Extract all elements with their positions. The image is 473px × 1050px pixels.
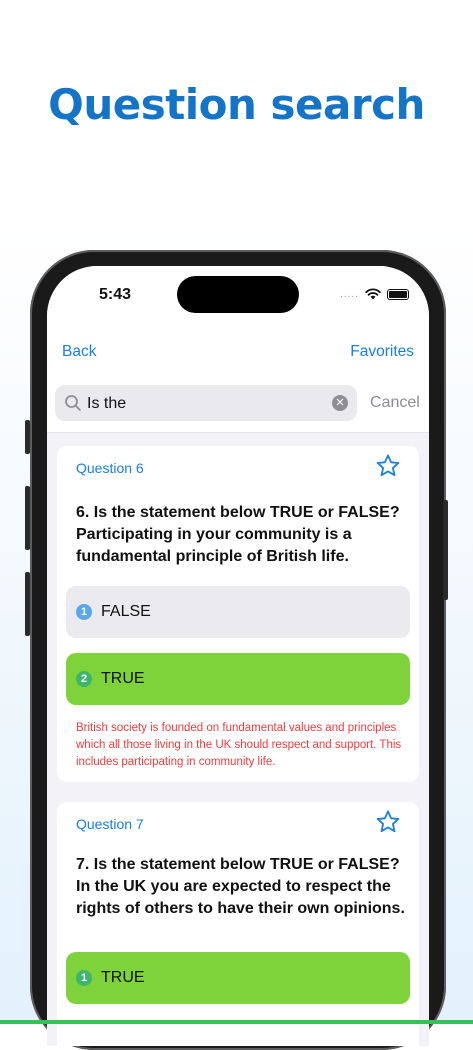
answer-option[interactable]: 1 FALSE [66, 586, 410, 638]
status-bar: 5:43 ..... [47, 266, 429, 326]
question-label: Question 6 [76, 460, 144, 476]
answer-number-badge: 2 [76, 671, 92, 687]
question-text: 6. Is the statement below TRUE or FALSE?… [76, 504, 400, 565]
question-card: Question 6 6. Is the statement below TRU… [57, 446, 419, 782]
status-time: 5:43 [99, 286, 132, 303]
star-icon[interactable] [375, 809, 401, 835]
star-icon[interactable] [375, 453, 401, 479]
back-button[interactable]: Back [62, 343, 96, 361]
status-icons: ..... [340, 288, 409, 300]
question-text: 7. Is the statement below TRUE or FALSE?… [76, 856, 405, 917]
power-button [443, 500, 448, 600]
answer-explanation: British society is founded on fundamenta… [76, 722, 402, 768]
wifi-icon [365, 288, 381, 300]
cancel-button[interactable]: Cancel [370, 394, 420, 412]
answer-text: TRUE [101, 670, 145, 687]
favorites-button[interactable]: Favorites [350, 343, 414, 361]
clear-icon[interactable]: ✕ [332, 395, 348, 411]
mute-switch [25, 420, 30, 454]
battery-icon [387, 288, 409, 300]
search-input[interactable] [85, 385, 329, 423]
answer-option-correct[interactable]: 1 TRUE [66, 952, 410, 1004]
signal-dots-icon: ..... [340, 288, 359, 300]
answer-number-badge: 1 [76, 970, 92, 986]
search-bar: ✕ Cancel [47, 376, 429, 433]
question-card: Question 7 7. Is the statement below TRU… [57, 802, 419, 1046]
answer-option-correct[interactable]: 2 TRUE [66, 653, 410, 705]
dynamic-island [177, 276, 299, 313]
volume-down-button [25, 572, 30, 636]
bottom-accent-line [0, 1020, 473, 1024]
navigation-bar: Back Favorites [47, 326, 429, 376]
search-field[interactable]: ✕ [55, 385, 357, 423]
search-icon [65, 395, 81, 411]
volume-up-button [25, 486, 30, 550]
answer-text: FALSE [101, 603, 151, 620]
answer-number-badge: 1 [76, 604, 92, 620]
answer-text: TRUE [101, 969, 145, 986]
question-label: Question 7 [76, 816, 144, 832]
phone-screen: 5:43 ..... Back Favorites ✕ Cancel [47, 266, 429, 1046]
question-list[interactable]: Question 6 6. Is the statement below TRU… [47, 432, 429, 1046]
promo-headline: Question search [48, 80, 425, 129]
